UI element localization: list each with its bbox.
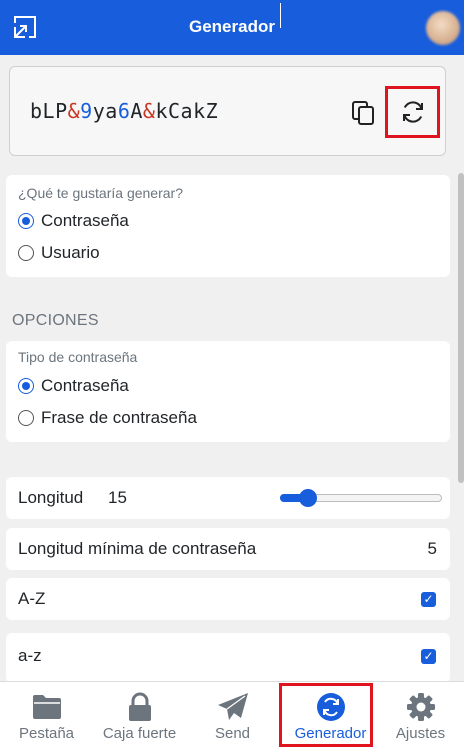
folder-icon (32, 695, 61, 719)
refresh-icon (402, 101, 423, 123)
regenerate-button[interactable] (385, 86, 440, 138)
nav-label: Ajustes (395, 725, 446, 742)
length-slider[interactable] (280, 489, 442, 507)
nav-label: Send (214, 725, 251, 742)
uppercase-label: A-Z (18, 589, 46, 608)
scrollbar[interactable] (458, 173, 464, 483)
lock-icon (128, 692, 151, 721)
password-segment: bLP (30, 99, 68, 123)
radio-button[interactable] (18, 245, 34, 261)
nav-label: Caja fuerte (102, 725, 177, 742)
radio-label: Contraseña (41, 376, 129, 395)
lowercase-label: a-z (18, 646, 42, 665)
radio-option-username[interactable]: Usuario (18, 243, 100, 263)
lowercase-row: a-z ✓ (6, 633, 450, 681)
min-length-value[interactable]: 5 (428, 539, 437, 559)
password-segment: & (142, 99, 156, 123)
length-value: 15 (108, 488, 127, 507)
paper-plane-icon (217, 693, 248, 720)
generated-password-box: bLP&9ya6A&kCakZ (9, 66, 446, 156)
radio-button[interactable] (18, 378, 34, 394)
bottom-nav: Pestaña Caja fuerte Send Generador Ajust… (0, 681, 464, 752)
gear-icon (406, 693, 435, 721)
lowercase-checkbox[interactable]: ✓ (421, 649, 436, 664)
password-segment: & (67, 99, 81, 123)
password-segment: 6 (117, 99, 131, 123)
generator-content: bLP&9ya6A&kCakZ ¿Qué te gustaría generar… (0, 55, 464, 681)
page-title: Generador (189, 17, 275, 36)
radio-button[interactable] (18, 213, 34, 229)
nav-item-send[interactable]: Send (186, 682, 279, 752)
nav-label: Pestaña (18, 725, 75, 742)
uppercase-checkbox[interactable]: ✓ (421, 592, 436, 607)
generate-type-card: ¿Qué te gustaría generar? Contraseña Usu… (6, 175, 450, 277)
app-header: Generador (0, 0, 464, 55)
radio-label: Contraseña (41, 211, 129, 230)
password-segment: kCakZ (155, 99, 219, 123)
password-type-card: Tipo de contraseña Contraseña Frase de c… (6, 341, 450, 442)
options-heading: OPCIONES (12, 312, 99, 329)
password-segment: A (130, 99, 143, 123)
min-length-row: Longitud mínima de contraseña 5 (6, 528, 450, 570)
password-segment: 9 (80, 99, 93, 123)
radio-button[interactable] (18, 410, 34, 426)
uppercase-row: A-Z ✓ (6, 578, 450, 620)
nav-item-settings[interactable]: Ajustes (374, 682, 464, 752)
nav-item-vault[interactable]: Caja fuerte (93, 682, 186, 752)
radio-option-password-type[interactable]: Contraseña (18, 376, 129, 396)
slider-thumb[interactable] (298, 489, 317, 507)
radio-label: Usuario (41, 243, 100, 262)
min-length-label: Longitud mínima de contraseña (18, 539, 257, 558)
generated-password: bLP&9ya6A&kCakZ (30, 99, 218, 123)
radio-option-passphrase[interactable]: Frase de contraseña (18, 408, 197, 428)
nav-item-tab[interactable]: Pestaña (0, 682, 93, 752)
password-segment: ya (92, 99, 118, 123)
text-cursor (280, 3, 281, 28)
length-row: Longitud 15 (6, 477, 450, 519)
length-label: Longitud (18, 488, 84, 507)
password-type-question: Tipo de contraseña (18, 349, 138, 365)
nav-item-generator[interactable]: Generador (279, 682, 377, 752)
radio-label: Frase de contraseña (41, 408, 197, 427)
copy-icon[interactable] (350, 98, 378, 126)
highlight-frame (279, 683, 373, 747)
generate-question: ¿Qué te gustaría generar? (18, 185, 183, 201)
avatar[interactable] (426, 11, 460, 45)
radio-option-password[interactable]: Contraseña (18, 211, 129, 231)
